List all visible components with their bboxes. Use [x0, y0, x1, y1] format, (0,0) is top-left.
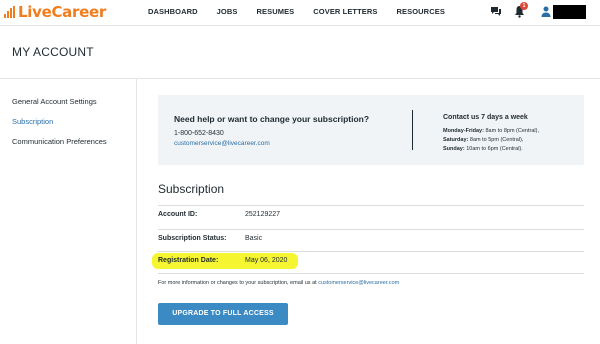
livecareer-logo[interactable]: LiveCareer	[4, 3, 106, 21]
logo-bars-icon	[4, 6, 16, 18]
table-row-registration-date: Registration Date: May 06, 2020	[158, 251, 584, 271]
row-label: Subscription Status:	[158, 235, 227, 242]
contact-title: Contact us 7 days a week	[443, 114, 528, 121]
footnote-email-link[interactable]: customerservice@livecareer.com	[318, 280, 399, 286]
contact-hours-saturday: Saturday: 8am to 5pm (Central),	[443, 137, 524, 143]
sidebar-item-general-account-settings[interactable]: General Account Settings	[12, 97, 97, 106]
row-value: May 06, 2020	[245, 257, 288, 264]
nav-jobs[interactable]: JOBS	[217, 7, 238, 16]
row-label: Account ID:	[158, 211, 198, 218]
nav-dashboard[interactable]: DASHBOARD	[148, 7, 198, 16]
help-email-link[interactable]: customerservice@livecareer.com	[174, 140, 270, 147]
nav-cover-letters[interactable]: COVER LETTERS	[313, 7, 377, 16]
row-label: Registration Date:	[158, 257, 219, 264]
subscription-footnote: For more information or changes to your …	[158, 280, 400, 286]
logo-text: LiveCareer	[18, 3, 106, 21]
redacted-user-name[interactable]	[553, 5, 586, 19]
main-nav: DASHBOARD JOBS RESUMES COVER LETTERS RES…	[148, 7, 445, 16]
nav-resumes[interactable]: RESUMES	[256, 7, 294, 16]
sidebar-item-subscription[interactable]: Subscription	[12, 117, 53, 126]
user-icon[interactable]	[541, 6, 551, 17]
notification-count-badge: 1	[520, 2, 528, 10]
row-value: Basic	[245, 235, 263, 242]
page-title: MY ACCOUNT	[12, 45, 94, 59]
contact-hours-sunday: Sunday: 10am to 6pm (Central).	[443, 146, 523, 152]
table-row-account-id: Account ID: 252129227	[158, 205, 584, 225]
help-panel: Need help or want to change your subscri…	[158, 95, 584, 165]
help-phone[interactable]: 1-800-652-8430	[174, 130, 224, 137]
help-divider	[412, 110, 413, 150]
subscription-title: Subscription	[158, 182, 225, 196]
help-title: Need help or want to change your subscri…	[174, 114, 370, 124]
contact-hours-weekday: Monday-Friday: 8am to 8pm (Central),	[443, 128, 539, 134]
nav-resources[interactable]: RESOURCES	[397, 7, 445, 16]
divider	[158, 273, 584, 274]
table-row-subscription-status: Subscription Status: Basic	[158, 229, 584, 249]
upgrade-to-full-access-button[interactable]: UPGRADE TO FULL ACCESS	[158, 303, 288, 325]
row-value: 252129227	[245, 211, 281, 218]
chat-icon[interactable]	[490, 6, 502, 17]
top-navigation-bar: LiveCareer DASHBOARD JOBS RESUMES COVER …	[0, 0, 600, 26]
sidebar-item-communication-preferences[interactable]: Communication Preferences	[12, 137, 107, 146]
account-sidebar: General Account Settings Subscription Co…	[0, 79, 137, 344]
